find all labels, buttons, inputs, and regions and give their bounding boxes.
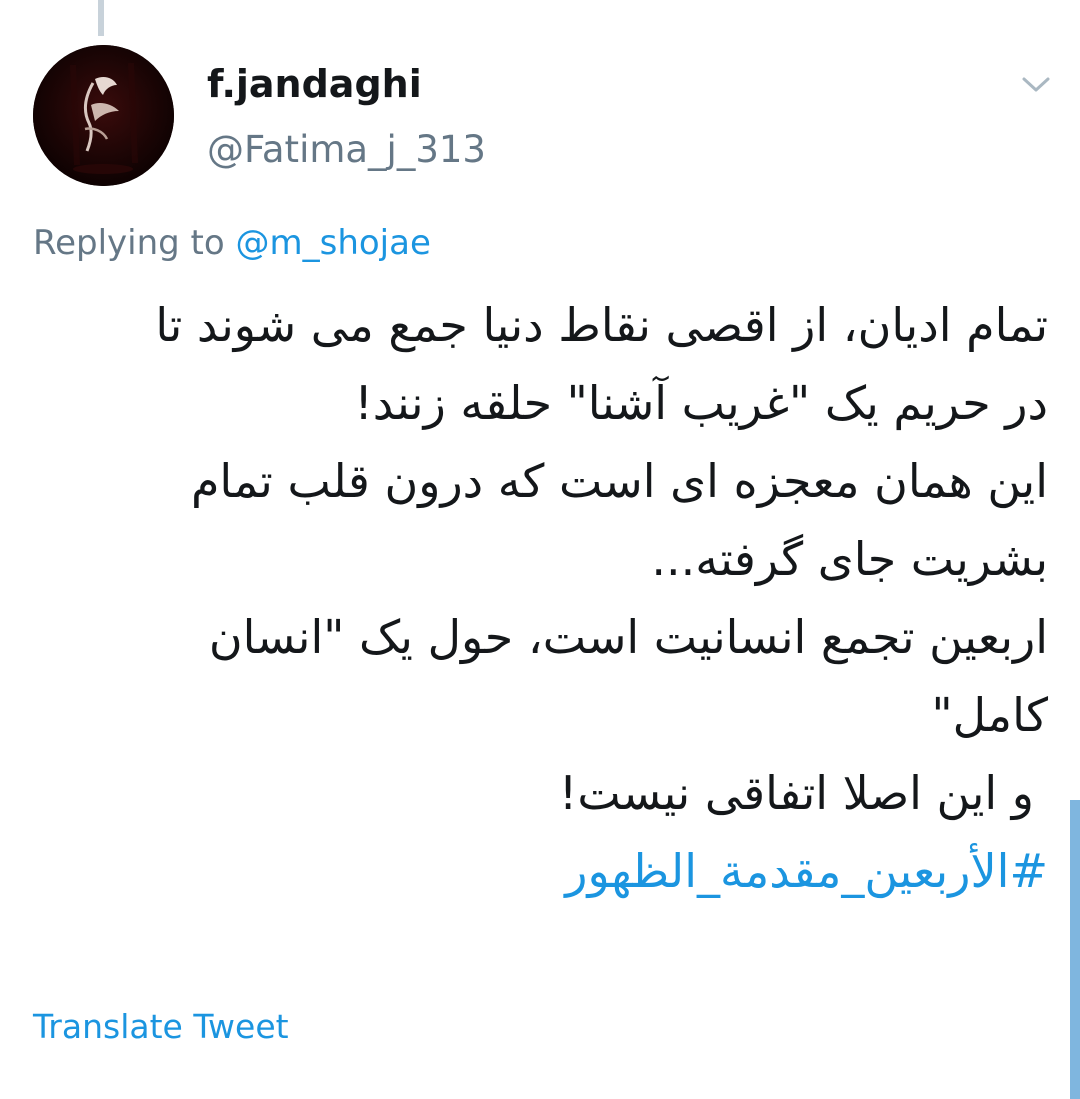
chevron-down-icon	[1022, 77, 1050, 92]
tweet-text-line: این همان معجزه ای است که درون قلب تمام	[190, 454, 1048, 508]
tweet-text-line: در حریم یک "غریب آشنا" حلقه زنند!	[354, 376, 1048, 430]
reply-context: Replying to @m_shojae	[33, 218, 431, 268]
thread-connector-line	[98, 0, 104, 36]
reply-mention-link[interactable]: @m_shojae	[236, 223, 431, 263]
author-handle[interactable]: @Fatima_j_313	[207, 124, 486, 176]
tweet-text-line: کامل"	[931, 688, 1048, 742]
tweet-menu-button[interactable]	[1014, 62, 1058, 106]
tweet-text-line: اربعین تجمع انسانیت است، حول یک "انسان	[208, 610, 1048, 664]
translate-tweet-link[interactable]: Translate Tweet	[33, 1004, 289, 1050]
tweet-text-line: بشریت جای گرفته...	[651, 532, 1048, 586]
scrollbar[interactable]	[1070, 800, 1080, 1099]
tweet-text-line: و این اصلا اتفاقی نیست!	[558, 766, 1034, 820]
avatar[interactable]	[33, 45, 174, 186]
reply-context-prefix: Replying to	[33, 223, 225, 263]
calligraphy-bird-avatar-icon	[33, 45, 174, 186]
tweet-text: تمام ادیان، از اقصی نقاط دنیا جمع می شون…	[30, 286, 1048, 910]
hashtag-link[interactable]: #الأربعين_مقدمة_الظهور	[30, 832, 1048, 910]
tweet-text-line: تمام ادیان، از اقصی نقاط دنیا جمع می شون…	[155, 298, 1048, 352]
author-display-name[interactable]: f.jandaghi	[207, 58, 422, 110]
